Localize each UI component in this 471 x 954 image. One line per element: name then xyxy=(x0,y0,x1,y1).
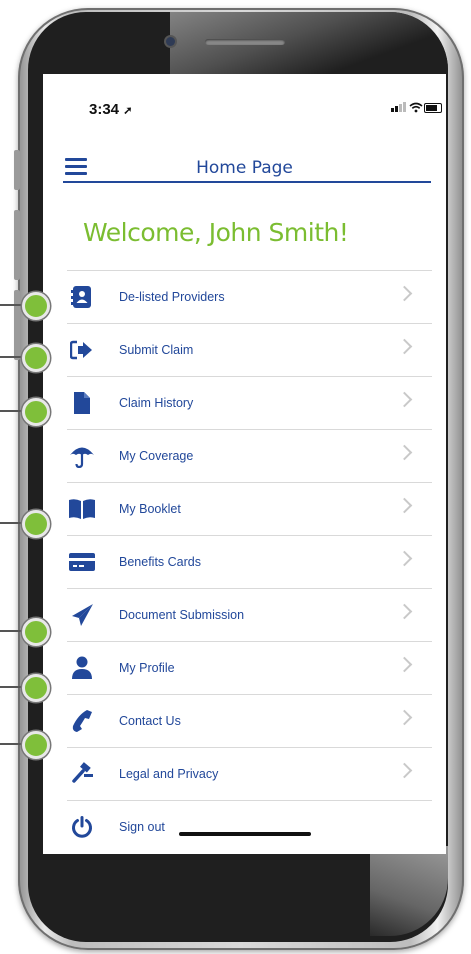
menu-item-submit-claim[interactable]: Submit Claim xyxy=(67,323,432,377)
menu-item-document-submission[interactable]: Document Submission xyxy=(67,588,432,642)
menu-item-legal-and-privacy[interactable]: Legal and Privacy xyxy=(67,747,432,801)
menu-item-label: Sign out xyxy=(119,820,165,834)
menu-item-label: My Profile xyxy=(119,661,175,675)
battery-icon xyxy=(424,103,442,113)
location-arrow-icon: ➚ xyxy=(123,105,133,117)
callout-line xyxy=(0,410,22,412)
menu-item-my-profile[interactable]: My Profile xyxy=(67,641,432,695)
menu-item-label: Benefits Cards xyxy=(119,555,201,569)
callout-marker xyxy=(22,344,50,372)
front-camera xyxy=(166,37,175,46)
sign-in-arrow-icon xyxy=(67,337,97,363)
menu-item-contact-us[interactable]: Contact Us xyxy=(67,694,432,748)
callout-marker xyxy=(22,292,50,320)
chevron-right-icon xyxy=(396,338,413,355)
menu-item-label: De-listed Providers xyxy=(119,290,225,304)
menu-item-label: Document Submission xyxy=(119,608,245,622)
bezel-highlight xyxy=(170,12,448,82)
status-bar: 3:34 ➚ xyxy=(43,74,446,134)
callout-line xyxy=(0,743,22,745)
menu-item-delisted-providers[interactable]: De-listed Providers xyxy=(67,270,432,324)
phone-side-button xyxy=(14,290,20,360)
callout-marker xyxy=(22,398,50,426)
callout-line xyxy=(0,356,22,358)
credit-card-icon xyxy=(67,549,97,575)
menu-item-claim-history[interactable]: Claim History xyxy=(67,376,432,430)
status-time: 3:34 ➚ xyxy=(89,101,133,118)
menu-item-label: My Booklet xyxy=(119,502,181,516)
chevron-right-icon xyxy=(396,762,413,779)
menu-item-my-booklet[interactable]: My Booklet xyxy=(67,482,432,536)
earpiece-speaker xyxy=(205,39,285,45)
document-icon xyxy=(67,390,97,416)
app-screen: 3:34 ➚ Home Page Welcome, John Smith! De… xyxy=(43,74,446,854)
menu-item-my-coverage[interactable]: My Coverage xyxy=(67,429,432,483)
power-icon xyxy=(67,814,97,840)
phone-icon xyxy=(67,708,97,734)
callout-line xyxy=(0,304,22,306)
chevron-right-icon xyxy=(396,391,413,408)
callout-line xyxy=(0,686,22,688)
paper-plane-icon xyxy=(67,602,97,628)
menu-item-label: My Coverage xyxy=(119,449,194,463)
callout-marker xyxy=(22,731,50,759)
page-title: Home Page xyxy=(196,158,293,178)
chevron-right-icon xyxy=(396,497,413,514)
contact-book-icon xyxy=(67,284,97,310)
menu-item-label: Submit Claim xyxy=(119,343,194,357)
user-icon xyxy=(67,655,97,681)
chevron-right-icon xyxy=(396,709,413,726)
open-book-icon xyxy=(67,496,97,522)
umbrella-icon xyxy=(67,443,97,469)
home-indicator xyxy=(179,832,311,836)
menu-item-sign-out[interactable]: Sign out xyxy=(67,800,432,854)
callout-marker xyxy=(22,618,50,646)
chevron-right-icon xyxy=(396,285,413,302)
header-divider xyxy=(63,181,431,183)
wifi-icon xyxy=(409,101,423,116)
menu-item-label: Legal and Privacy xyxy=(119,767,219,781)
chevron-right-icon xyxy=(396,603,413,620)
welcome-message: Welcome, John Smith! xyxy=(83,218,349,247)
callout-line xyxy=(0,630,22,632)
callout-marker xyxy=(22,510,50,538)
chevron-right-icon xyxy=(396,444,413,461)
phone-side-button xyxy=(14,150,20,190)
callout-line xyxy=(0,522,22,524)
menu-item-benefits-cards[interactable]: Benefits Cards xyxy=(67,535,432,589)
chevron-right-icon xyxy=(396,550,413,567)
chevron-right-icon xyxy=(396,656,413,673)
menu-item-label: Contact Us xyxy=(119,714,181,728)
phone-side-button xyxy=(14,210,20,280)
menu-item-label: Claim History xyxy=(119,396,194,410)
cellular-signal-icon xyxy=(391,102,406,112)
gavel-icon xyxy=(67,761,97,787)
callout-marker xyxy=(22,674,50,702)
